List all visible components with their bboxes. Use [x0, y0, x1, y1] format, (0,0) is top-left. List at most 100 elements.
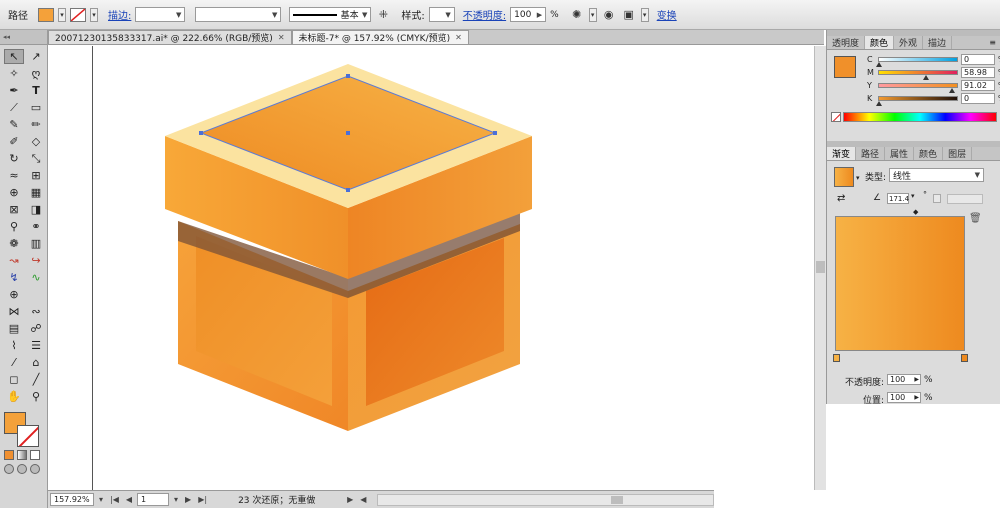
tab-layers[interactable]: 图层	[943, 147, 973, 160]
c-value-input[interactable]: 0	[961, 53, 995, 65]
none-color-swatch[interactable]	[831, 112, 841, 122]
status-menu-icon[interactable]: ▶	[345, 495, 355, 504]
pucker-tool-icon[interactable]: ∾	[26, 304, 46, 319]
slider-knob[interactable]	[876, 100, 882, 106]
toolbox-header[interactable]: ◂◂	[0, 30, 47, 45]
gradient-tool-icon[interactable]: ◨	[26, 202, 46, 217]
smooth-tool-icon[interactable]: ↯	[4, 270, 24, 285]
knife-tool-icon[interactable]: ⁄	[4, 355, 24, 370]
c-slider[interactable]	[876, 56, 958, 67]
gradient-preview-swatch[interactable]	[834, 167, 854, 187]
k-value-input[interactable]: 0	[961, 92, 995, 104]
reverse-gradient-icon[interactable]: ⇄	[837, 193, 845, 204]
pen-tool-icon[interactable]: ✒	[4, 83, 24, 98]
tab-color[interactable]: 颜色	[865, 36, 895, 49]
stop-location-input[interactable]: 100 ▶	[887, 392, 921, 403]
opacity-input[interactable]: 100 ▶	[510, 7, 547, 22]
rotate-tool-icon[interactable]: ↻	[4, 151, 24, 166]
zoom-dropdown-icon[interactable]: ▾	[97, 495, 105, 504]
symbol-sprayer-tool-icon[interactable]: ❁	[4, 236, 24, 251]
stroke-swatch[interactable]	[70, 7, 86, 22]
y-slider[interactable]	[878, 82, 958, 93]
gradient-stop-end[interactable]	[961, 354, 968, 362]
y-value-input[interactable]: 91.02	[961, 79, 995, 91]
artboard-center-icon[interactable]: ⊕	[4, 287, 24, 302]
recolor-dropdown-icon[interactable]: ▾	[588, 7, 597, 22]
vertical-scroll-thumb[interactable]	[816, 261, 825, 273]
ruler-tool-icon[interactable]: ╱	[26, 372, 46, 387]
fill-swatch[interactable]	[38, 7, 54, 22]
draw-behind-icon[interactable]	[17, 464, 27, 474]
anchor-point[interactable]	[346, 188, 350, 192]
magic-wand-tool-icon[interactable]: ✧	[4, 66, 24, 81]
blend-tool-icon[interactable]: ⚭	[26, 219, 46, 234]
close-icon[interactable]: ✕	[455, 33, 462, 42]
align-stroke-icon[interactable]: ⁜	[375, 7, 391, 23]
column-graph-tool-icon[interactable]: ▥	[26, 236, 46, 251]
tab-color-2[interactable]: 颜色	[914, 147, 944, 160]
tab-appearance[interactable]: 外观	[894, 36, 924, 49]
draw-normal-icon[interactable]	[4, 464, 14, 474]
paintbrush-tool-icon[interactable]: ✎	[4, 117, 24, 132]
fill-dropdown-icon[interactable]: ▾	[58, 7, 66, 22]
brush-select[interactable]: ▼	[195, 7, 282, 22]
gradient-slider[interactable]	[835, 216, 965, 351]
warp-tool-icon[interactable]: ≈	[4, 168, 24, 183]
angle-dropdown-icon[interactable]: ▾	[911, 192, 915, 200]
list-tool-icon[interactable]: ☰	[26, 338, 46, 353]
horizontal-scroll-thumb[interactable]	[611, 495, 624, 504]
opacity-panel-link[interactable]: 不透明度:	[463, 7, 506, 22]
crystallize-tool-icon[interactable]: ⌇	[4, 338, 24, 353]
fill-stroke-widget[interactable]	[4, 412, 44, 448]
type-tool-icon[interactable]: T	[26, 83, 46, 98]
vertical-scrollbar[interactable]	[814, 46, 826, 490]
line-tool-icon[interactable]: ⟋	[4, 100, 24, 115]
tab-attributes[interactable]: 属性	[885, 147, 915, 160]
draw-inside-icon[interactable]	[30, 464, 40, 474]
scroll-left-icon[interactable]: ◀	[358, 495, 368, 504]
aspect-ratio-input[interactable]	[947, 194, 983, 204]
transform-panel-link[interactable]: 变换	[657, 7, 677, 22]
m-value-input[interactable]: 58.98	[961, 66, 995, 78]
blob-brush-tool-icon[interactable]: ✐	[4, 134, 24, 149]
document-tab-1[interactable]: 20071230135833317.ai* @ 222.66% (RGB/预览)…	[48, 30, 292, 44]
tab-gradient[interactable]: 渐变	[827, 147, 857, 160]
globe-icon[interactable]: ◉	[601, 7, 617, 23]
aspect-ratio-toggle[interactable]	[933, 194, 941, 203]
curve-tool-icon[interactable]: ↪	[26, 253, 46, 268]
anchor-point[interactable]	[346, 74, 350, 78]
horizontal-scrollbar[interactable]	[377, 493, 714, 506]
width-tool-icon[interactable]: ↝	[4, 253, 24, 268]
tab-stroke[interactable]: 描边	[923, 36, 953, 49]
scissors-tool-icon[interactable]: ⋈	[4, 304, 24, 319]
hand-tool-icon[interactable]: ✋	[4, 389, 24, 404]
close-icon[interactable]: ✕	[278, 33, 285, 42]
zoom-field[interactable]: 157.92%	[50, 493, 94, 506]
color-mode-icon[interactable]	[4, 450, 14, 460]
gradient-type-select[interactable]: 线性 ▼	[889, 168, 984, 182]
midpoint-diamond-icon[interactable]: ◆	[913, 208, 918, 216]
live-paint-tool-icon[interactable]: ⌂	[26, 355, 46, 370]
stroke-dropdown-icon[interactable]: ▾	[90, 7, 98, 22]
pencil-tool-icon[interactable]: ✏	[26, 117, 46, 132]
shape-builder-tool-icon[interactable]: ⊕	[4, 185, 24, 200]
page-dropdown-icon[interactable]: ▾	[172, 495, 180, 504]
bloat-tool-icon[interactable]: ☍	[26, 321, 46, 336]
color-spectrum-bar[interactable]	[843, 112, 997, 122]
gradient-swatch-dropdown-icon[interactable]: ▾	[856, 174, 860, 182]
gradient-stop-start[interactable]	[833, 354, 840, 362]
artboard-number-field[interactable]: 1	[137, 493, 170, 506]
box-illustration[interactable]	[48, 46, 814, 490]
delete-stop-icon[interactable]: 🗑	[969, 213, 982, 224]
eraser-tool-icon[interactable]: ◇	[26, 134, 46, 149]
last-artboard-icon[interactable]: ▶|	[196, 495, 209, 504]
grid-tool-icon[interactable]: ▤	[4, 321, 24, 336]
eyedropper-tool-icon[interactable]: ⚲	[4, 219, 24, 234]
angle-input[interactable]: 171.4	[887, 193, 909, 204]
panel-menu-icon[interactable]: ≡	[985, 36, 1000, 49]
zoom-tool-icon[interactable]: ⚲	[26, 389, 46, 404]
tab-transparency[interactable]: 透明度	[827, 36, 866, 49]
prev-artboard-icon[interactable]: ◀	[124, 495, 134, 504]
first-artboard-icon[interactable]: |◀	[108, 495, 121, 504]
style-select[interactable]: ▼	[428, 7, 455, 22]
